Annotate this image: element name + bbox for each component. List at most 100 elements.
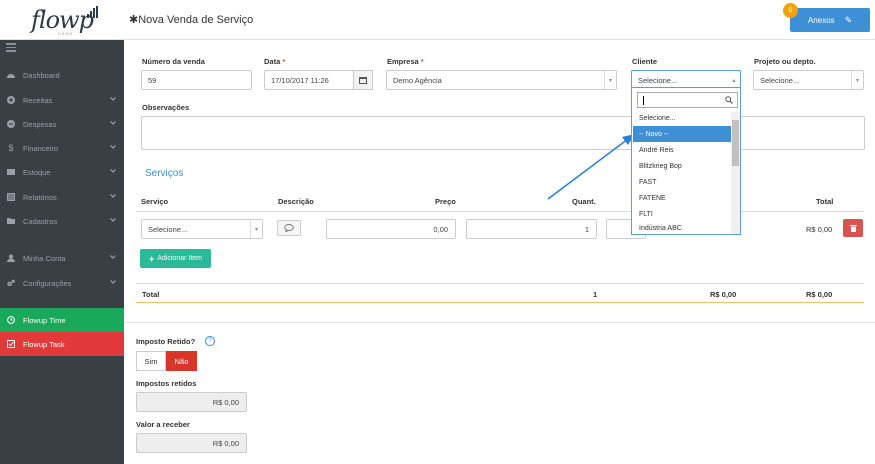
chevron-down-icon	[110, 218, 116, 222]
descricao-button[interactable]	[277, 220, 301, 236]
sidebar-item-label: Cadastros	[23, 216, 58, 226]
sidebar: flowp CASH Dashboard Receitas Despesas $…	[0, 0, 124, 464]
search-icon	[725, 96, 733, 104]
dropdown-option[interactable]: Indústria ABC	[633, 222, 731, 234]
chevron-down-icon	[110, 145, 116, 149]
sidebar-item-dashboard[interactable]: Dashboard	[0, 63, 124, 87]
calendar-icon	[359, 77, 367, 84]
sidebar-item-label: Receitas	[23, 95, 53, 105]
select-caret-icon: ▾	[604, 71, 616, 89]
sidebar-item-relatorios[interactable]: Relatórios	[0, 185, 124, 209]
sidebar-item-cadastros[interactable]: Cadastros	[0, 209, 124, 233]
quant-input[interactable]: 1	[466, 219, 597, 239]
sidebar-item-configuracoes[interactable]: Configurações	[0, 271, 124, 295]
sidebar-item-estoque[interactable]: Estoque	[0, 160, 124, 184]
col-total: Total	[816, 197, 834, 206]
menu-toggle-icon[interactable]	[6, 43, 16, 52]
data-label: Data *	[264, 57, 285, 66]
numero-label: Número da venda	[142, 57, 205, 66]
chevron-down-icon	[110, 97, 116, 101]
calendar-button[interactable]	[353, 70, 373, 90]
sim-toggle[interactable]: Sim	[136, 351, 166, 371]
nao-toggle[interactable]: Não	[166, 351, 197, 371]
sidebar-item-financeiro[interactable]: $ Financeiro	[0, 136, 124, 160]
logo-subtitle: CASH	[58, 31, 74, 36]
user-icon	[7, 254, 15, 262]
empresa-select[interactable]: Demo Agência ▾	[386, 70, 617, 90]
select-caret-icon: ▾	[851, 71, 863, 89]
dollar-icon: $	[8, 143, 14, 153]
projeto-select[interactable]: Selecione... ▾	[753, 70, 864, 90]
box-icon	[7, 168, 15, 176]
cliente-value: Selecione...	[638, 75, 678, 85]
sidebar-item-flowup-time[interactable]: Flowup Time	[0, 308, 124, 332]
clock-icon	[7, 316, 15, 324]
report-icon	[7, 193, 15, 201]
data-label-text: Data	[264, 57, 281, 66]
servico-value: Selecione...	[148, 224, 188, 234]
dropdown-option[interactable]: Selecione...	[633, 110, 731, 126]
row-total: R$ 0,00	[806, 225, 833, 234]
data-input[interactable]: 17/10/2017 11:26	[264, 70, 354, 90]
dropdown-option[interactable]: André Reis	[633, 142, 731, 158]
chevron-down-icon	[110, 169, 116, 173]
servico-select[interactable]: Selecione... ▾	[141, 219, 263, 239]
cliente-search-input[interactable]	[637, 92, 738, 108]
preco-input[interactable]: 0,00	[326, 219, 456, 239]
help-icon[interactable]: ?	[205, 336, 215, 346]
sidebar-item-despesas[interactable]: Despesas	[0, 112, 124, 136]
total-value: R$ 0,00	[806, 290, 833, 299]
dropdown-scrollbar[interactable]	[731, 112, 740, 234]
total-row: Total 1 R$ 0,00 R$ 0,00	[136, 283, 864, 303]
dropdown-option[interactable]: Blitzkrieg Bop	[633, 158, 731, 174]
comment-icon	[284, 224, 294, 232]
sidebar-item-label: Flowup Time	[23, 315, 66, 325]
sidebar-item-flowup-task[interactable]: Flowup Task	[0, 332, 124, 356]
folder-icon	[7, 217, 15, 225]
cliente-label: Cliente	[632, 57, 658, 66]
col-servico: Serviço	[141, 197, 169, 206]
anexos-button[interactable]: Anexos ✎	[790, 8, 870, 32]
empresa-label: Empresa *	[387, 57, 424, 66]
page-title-text: Nova Venda de Serviço	[138, 14, 254, 26]
dropdown-option[interactable]: FLTI	[633, 206, 731, 222]
select-caret-icon: ▾	[250, 220, 262, 238]
logo[interactable]: flowp CASH	[0, 0, 124, 40]
asterisk-icon: ✱	[129, 14, 139, 26]
numero-input[interactable]: 59	[141, 70, 252, 90]
table-header-divider	[136, 211, 864, 212]
obs-textarea[interactable]	[141, 116, 865, 150]
sidebar-item-label: Dashboard	[23, 70, 60, 80]
sidebar-item-label: Estoque	[23, 167, 51, 177]
paperclip-icon: ✎	[844, 14, 853, 25]
chevron-down-icon	[110, 194, 116, 198]
anexos-label: Anexos	[807, 15, 835, 25]
plus-icon: +	[148, 253, 155, 264]
delete-row-button[interactable]	[843, 219, 863, 237]
scrollbar-thumb[interactable]	[732, 120, 739, 166]
impostos-retidos-value: R$ 0,00	[136, 392, 247, 412]
total-subtotal: R$ 0,00	[710, 290, 737, 299]
anexos-count-badge: 0	[783, 3, 798, 18]
imposto-retido-label: Imposto Retido?	[136, 337, 196, 346]
chevron-down-icon	[110, 280, 116, 284]
cliente-dropdown: Selecione... -- Novo -- André Reis Blitz…	[631, 87, 741, 235]
sidebar-item-label: Financeiro	[23, 143, 59, 153]
dropdown-option[interactable]: FAST	[633, 174, 731, 190]
chevron-down-icon	[110, 121, 116, 125]
total-quant: 1	[593, 290, 598, 299]
add-item-button[interactable]: + Adicionar Item	[140, 249, 211, 268]
projeto-label: Projeto ou depto.	[754, 57, 816, 66]
sidebar-item-minha-conta[interactable]: Minha Conta	[0, 246, 124, 270]
sidebar-item-label: Relatórios	[23, 192, 57, 202]
sidebar-item-receitas[interactable]: Receitas	[0, 88, 124, 112]
header: ✱Nova Venda de Serviço Anexos ✎ 0	[124, 0, 875, 40]
sidebar-item-label: Configurações	[23, 278, 72, 288]
dropdown-option-selected[interactable]: -- Novo --	[633, 126, 731, 142]
gears-icon	[7, 279, 15, 287]
projeto-value: Selecione...	[760, 75, 800, 85]
total-label: Total	[142, 290, 160, 299]
dropdown-option[interactable]: FATENE	[633, 190, 731, 206]
plus-circle-icon	[7, 96, 15, 104]
chevron-down-icon	[110, 255, 116, 259]
